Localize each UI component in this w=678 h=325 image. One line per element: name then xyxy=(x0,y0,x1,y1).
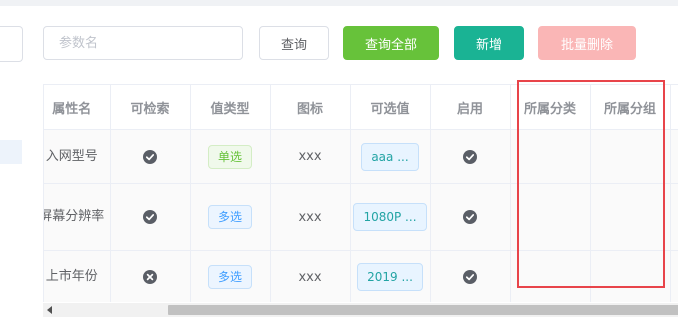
table-row[interactable]: 屏幕分辨率 多选 xxx 1080P ... xyxy=(44,183,678,251)
group-cell xyxy=(590,250,671,302)
attribute-table: 属性名 可检索 值类型 图标 可选值 启用 所属分类 所属分组 入网型号 单选 … xyxy=(43,84,678,302)
searchable-cell xyxy=(110,183,191,251)
attr-name-cell: 屏幕分辨率 xyxy=(44,183,111,251)
icon-cell: xxx xyxy=(270,250,351,302)
add-button[interactable]: 新增 xyxy=(454,26,524,60)
header-filler xyxy=(670,85,678,130)
table-header-row: 属性名 可检索 值类型 图标 可选值 启用 所属分类 所属分组 xyxy=(44,85,678,130)
table-row[interactable]: 入网型号 单选 xxx aaa ... xyxy=(44,129,678,184)
options-tag[interactable]: 2019 ... xyxy=(357,263,423,291)
value-type-tag: 多选 xyxy=(207,265,252,289)
icon-cell: xxx xyxy=(270,129,351,184)
header-searchable[interactable]: 可检索 xyxy=(110,85,191,130)
header-value-type[interactable]: 值类型 xyxy=(190,85,271,130)
category-cell xyxy=(510,129,591,184)
check-icon xyxy=(143,210,157,224)
enabled-cell xyxy=(430,250,511,302)
filler-cell xyxy=(670,183,678,251)
check-icon xyxy=(463,270,477,284)
header-group[interactable]: 所属分组 xyxy=(590,85,671,130)
param-name-search-input[interactable] xyxy=(43,26,243,60)
enabled-cell xyxy=(430,183,511,251)
group-cell xyxy=(590,183,671,251)
searchable-cell xyxy=(110,250,191,302)
attr-name-cell: 上市年份 xyxy=(44,250,111,302)
query-button[interactable]: 查询 xyxy=(259,26,329,60)
scroll-left-arrow-icon[interactable] xyxy=(47,306,52,314)
value-type-tag: 多选 xyxy=(207,205,252,229)
options-cell: aaa ... xyxy=(350,129,431,184)
sidebar-search-input-edge[interactable] xyxy=(0,26,23,62)
check-icon xyxy=(143,149,157,164)
top-strip xyxy=(0,0,678,6)
category-cell xyxy=(510,183,591,251)
header-attr-name[interactable]: 属性名 xyxy=(44,85,111,130)
enabled-cell xyxy=(430,129,511,184)
sidebar-active-item[interactable] xyxy=(0,140,22,164)
close-icon xyxy=(143,270,157,284)
filler-cell xyxy=(670,129,678,184)
query-all-button[interactable]: 查询全部 xyxy=(343,26,439,60)
horizontal-scrollbar[interactable] xyxy=(43,303,678,317)
header-enabled[interactable]: 启用 xyxy=(430,85,511,130)
header-icon[interactable]: 图标 xyxy=(270,85,351,130)
options-tag[interactable]: 1080P ... xyxy=(353,203,427,231)
filler-cell xyxy=(670,250,678,302)
group-cell xyxy=(590,129,671,184)
options-tag[interactable]: aaa ... xyxy=(361,142,419,171)
options-cell: 2019 ... xyxy=(350,250,431,302)
value-type-cell: 单选 xyxy=(190,129,271,184)
batch-delete-button[interactable]: 批量删除 xyxy=(538,26,636,60)
check-icon xyxy=(463,210,477,224)
header-category[interactable]: 所属分类 xyxy=(510,85,591,130)
header-options[interactable]: 可选值 xyxy=(350,85,431,130)
table-row[interactable]: 上市年份 多选 xxx 2019 ... xyxy=(44,250,678,302)
category-cell xyxy=(510,250,591,302)
searchable-cell xyxy=(110,129,191,184)
scrollbar-thumb[interactable] xyxy=(168,305,678,315)
value-type-tag: 单选 xyxy=(207,144,252,169)
value-type-cell: 多选 xyxy=(190,250,271,302)
value-type-cell: 多选 xyxy=(190,183,271,251)
icon-cell: xxx xyxy=(270,183,351,251)
options-cell: 1080P ... xyxy=(350,183,431,251)
attr-name-cell: 入网型号 xyxy=(44,129,111,184)
check-icon xyxy=(463,149,477,164)
